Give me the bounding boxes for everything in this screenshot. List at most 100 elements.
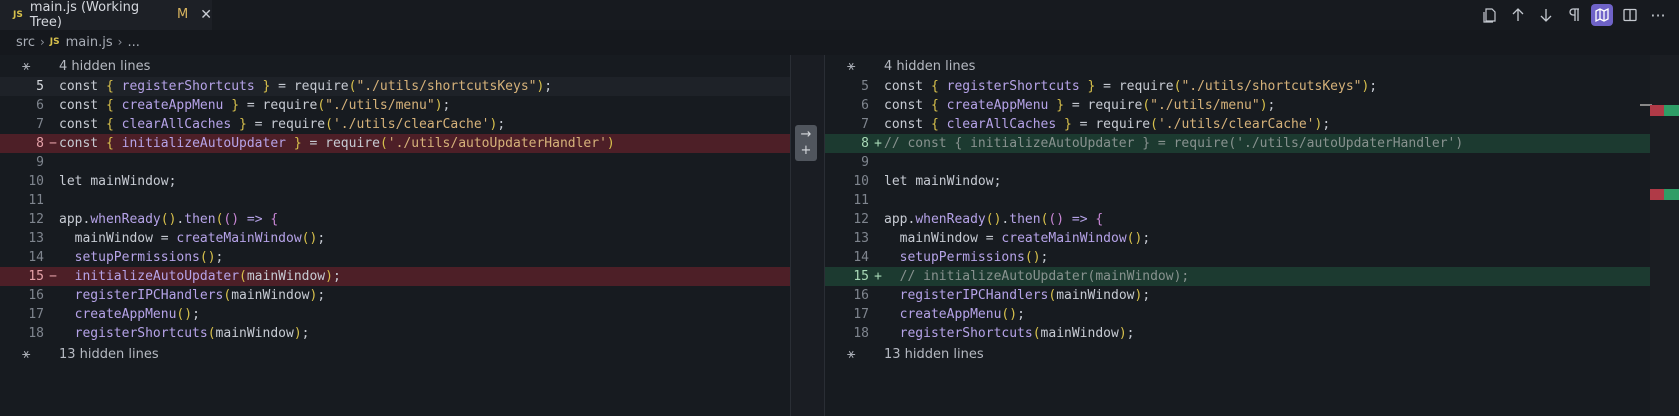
minimap-insertion-marker bbox=[1664, 105, 1679, 116]
code-text: registerIPCHandlers(mainWindow); bbox=[74, 288, 326, 303]
code-line[interactable]: 5 const { registerShortcuts } = require("… bbox=[0, 77, 790, 96]
code-line[interactable]: 12 app.whenReady().then(() => { bbox=[0, 210, 790, 229]
line-number: 12 bbox=[28, 212, 44, 227]
code-line[interactable]: 6 const { createAppMenu } = require("./ut… bbox=[0, 96, 790, 115]
hidden-lines-bottom[interactable]: ⚹ 13 hidden lines bbox=[0, 343, 790, 365]
code-line[interactable]: 18 registerShortcuts(mainWindow); bbox=[0, 324, 790, 343]
code-line[interactable]: 8 +// const { initializeAutoUpdater } = r… bbox=[825, 134, 1650, 153]
code-line[interactable]: 16 registerIPCHandlers(mainWindow); bbox=[0, 286, 790, 305]
line-number: 16 bbox=[853, 288, 869, 303]
minimap-deletion-marker bbox=[1650, 105, 1664, 116]
unfold-icon[interactable]: ⚹ bbox=[847, 346, 855, 362]
arrow-up-icon[interactable] bbox=[1507, 4, 1529, 26]
code-line[interactable]: 16 registerIPCHandlers(mainWindow); bbox=[825, 286, 1650, 305]
arrow-down-icon[interactable] bbox=[1535, 4, 1557, 26]
hidden-lines-top[interactable]: ⚹ 4 hidden lines bbox=[0, 55, 790, 77]
minimap-deletion-marker bbox=[1650, 189, 1664, 200]
code-line[interactable]: 11 bbox=[0, 191, 790, 210]
code-line[interactable]: 17 createAppMenu(); bbox=[0, 305, 790, 324]
split-editor-icon[interactable] bbox=[1619, 4, 1641, 26]
insert-marker: + bbox=[874, 269, 882, 284]
hidden-lines-label: 13 hidden lines bbox=[884, 346, 984, 362]
line-number: 11 bbox=[28, 193, 44, 208]
code-text: const { registerShortcuts } = require(".… bbox=[59, 79, 553, 94]
line-number: 16 bbox=[28, 288, 44, 303]
javascript-file-icon: JS bbox=[49, 37, 60, 47]
line-number: 7 bbox=[36, 117, 44, 132]
editor-tab-main-js[interactable]: JS main.js (Working Tree) M ✕ bbox=[0, 0, 212, 30]
pilcrow-icon[interactable] bbox=[1563, 4, 1585, 26]
code-text: mainWindow = createMainWindow(); bbox=[74, 231, 326, 246]
line-number: 13 bbox=[28, 231, 44, 246]
code-text: app.whenReady().then(() => { bbox=[884, 212, 1104, 227]
chevron-right-icon: › bbox=[117, 35, 123, 49]
minimap-insertion-marker bbox=[1664, 189, 1679, 200]
diff-gutter bbox=[790, 55, 825, 416]
plus-icon: + bbox=[800, 143, 812, 158]
hidden-lines-label: 4 hidden lines bbox=[884, 58, 976, 74]
arrow-right-icon: → bbox=[800, 127, 812, 142]
code-line[interactable]: 14 setupPermissions(); bbox=[825, 248, 1650, 267]
breadcrumb-folder[interactable]: src bbox=[16, 35, 35, 50]
modified-editor-pane[interactable]: ⚹ 4 hidden lines 5 const { registerShortcut… bbox=[825, 55, 1650, 416]
unfold-icon[interactable]: ⚹ bbox=[22, 346, 30, 362]
code-line[interactable]: 18 registerShortcuts(mainWindow); bbox=[825, 324, 1650, 343]
code-line[interactable]: 5 const { registerShortcuts } = require("… bbox=[825, 77, 1650, 96]
code-text: registerShortcuts(mainWindow); bbox=[74, 326, 310, 341]
line-number: 14 bbox=[853, 250, 869, 265]
code-line[interactable]: 10 let mainWindow; bbox=[825, 172, 1650, 191]
code-line[interactable]: 9 bbox=[0, 153, 790, 172]
code-line[interactable]: 13 mainWindow = createMainWindow(); bbox=[0, 229, 790, 248]
line-number: 8 bbox=[861, 136, 869, 151]
more-icon[interactable]: ··· bbox=[1647, 4, 1669, 26]
code-line[interactable]: 17 createAppMenu(); bbox=[825, 305, 1650, 324]
code-text: const { registerShortcuts } = require(".… bbox=[884, 79, 1378, 94]
code-text: const { createAppMenu } = require("./uti… bbox=[884, 98, 1276, 113]
tab-bar: JS main.js (Working Tree) M ✕ ··· bbox=[0, 0, 1679, 30]
hidden-lines-bottom[interactable]: ⚹ 13 hidden lines bbox=[825, 343, 1650, 365]
line-number: 15 bbox=[28, 269, 44, 284]
line-number: 14 bbox=[28, 250, 44, 265]
original-editor-pane[interactable]: ⚹ 4 hidden lines 5 const { registerShortcut… bbox=[0, 55, 790, 416]
line-number: 5 bbox=[36, 79, 44, 94]
revert-change-button[interactable]: → + bbox=[795, 125, 817, 161]
code-text: const { clearAllCaches } = require('./ut… bbox=[59, 117, 506, 132]
code-line[interactable]: 6 const { createAppMenu } = require("./ut… bbox=[825, 96, 1650, 115]
unfold-icon[interactable]: ⚹ bbox=[22, 58, 30, 74]
code-text: registerShortcuts(mainWindow); bbox=[899, 326, 1135, 341]
code-text: initializeAutoUpdater(mainWindow); bbox=[74, 269, 341, 284]
code-line[interactable]: 13 mainWindow = createMainWindow(); bbox=[825, 229, 1650, 248]
code-text: createAppMenu(); bbox=[899, 307, 1025, 322]
line-number: 15 bbox=[853, 269, 869, 284]
code-line[interactable]: 9 bbox=[825, 153, 1650, 172]
code-line[interactable]: 14 setupPermissions(); bbox=[0, 248, 790, 267]
line-number: 5 bbox=[861, 79, 869, 94]
code-line[interactable]: 15 + // initializeAutoUpdater(mainWindow)… bbox=[825, 267, 1650, 286]
code-line[interactable]: 12 app.whenReady().then(() => { bbox=[825, 210, 1650, 229]
code-text: // initializeAutoUpdater(mainWindow); bbox=[884, 269, 1190, 284]
code-line[interactable]: 8− const { initializeAutoUpdater } = requ… bbox=[0, 134, 790, 153]
code-text: let mainWindow; bbox=[59, 174, 177, 189]
code-line[interactable]: 7 const { clearAllCaches } = require('./u… bbox=[825, 115, 1650, 134]
code-text: const { clearAllCaches } = require('./ut… bbox=[884, 117, 1331, 132]
line-number: 12 bbox=[853, 212, 869, 227]
line-number: 17 bbox=[28, 307, 44, 322]
breadcrumb-symbols[interactable]: ... bbox=[127, 35, 139, 50]
breadcrumb: src › JS main.js › ... bbox=[0, 30, 1679, 54]
code-text: let mainWindow; bbox=[884, 174, 1002, 189]
close-icon[interactable]: ✕ bbox=[200, 7, 212, 23]
delete-marker: − bbox=[49, 136, 57, 151]
hidden-lines-label: 4 hidden lines bbox=[59, 58, 151, 74]
breadcrumb-file[interactable]: main.js bbox=[66, 35, 113, 50]
code-line[interactable]: 10 let mainWindow; bbox=[0, 172, 790, 191]
unfold-icon[interactable]: ⚹ bbox=[847, 58, 855, 74]
code-line[interactable]: 11 bbox=[825, 191, 1650, 210]
hidden-lines-top[interactable]: ⚹ 4 hidden lines bbox=[825, 55, 1650, 77]
line-number: 6 bbox=[36, 98, 44, 113]
code-line[interactable]: 7 const { clearAllCaches } = require('./u… bbox=[0, 115, 790, 134]
code-line[interactable]: 15− initializeAutoUpdater(mainWindow); bbox=[0, 267, 790, 286]
open-file-icon[interactable] bbox=[1479, 4, 1501, 26]
line-number: 6 bbox=[861, 98, 869, 113]
map-icon[interactable] bbox=[1591, 4, 1613, 26]
hidden-lines-label: 13 hidden lines bbox=[59, 346, 159, 362]
